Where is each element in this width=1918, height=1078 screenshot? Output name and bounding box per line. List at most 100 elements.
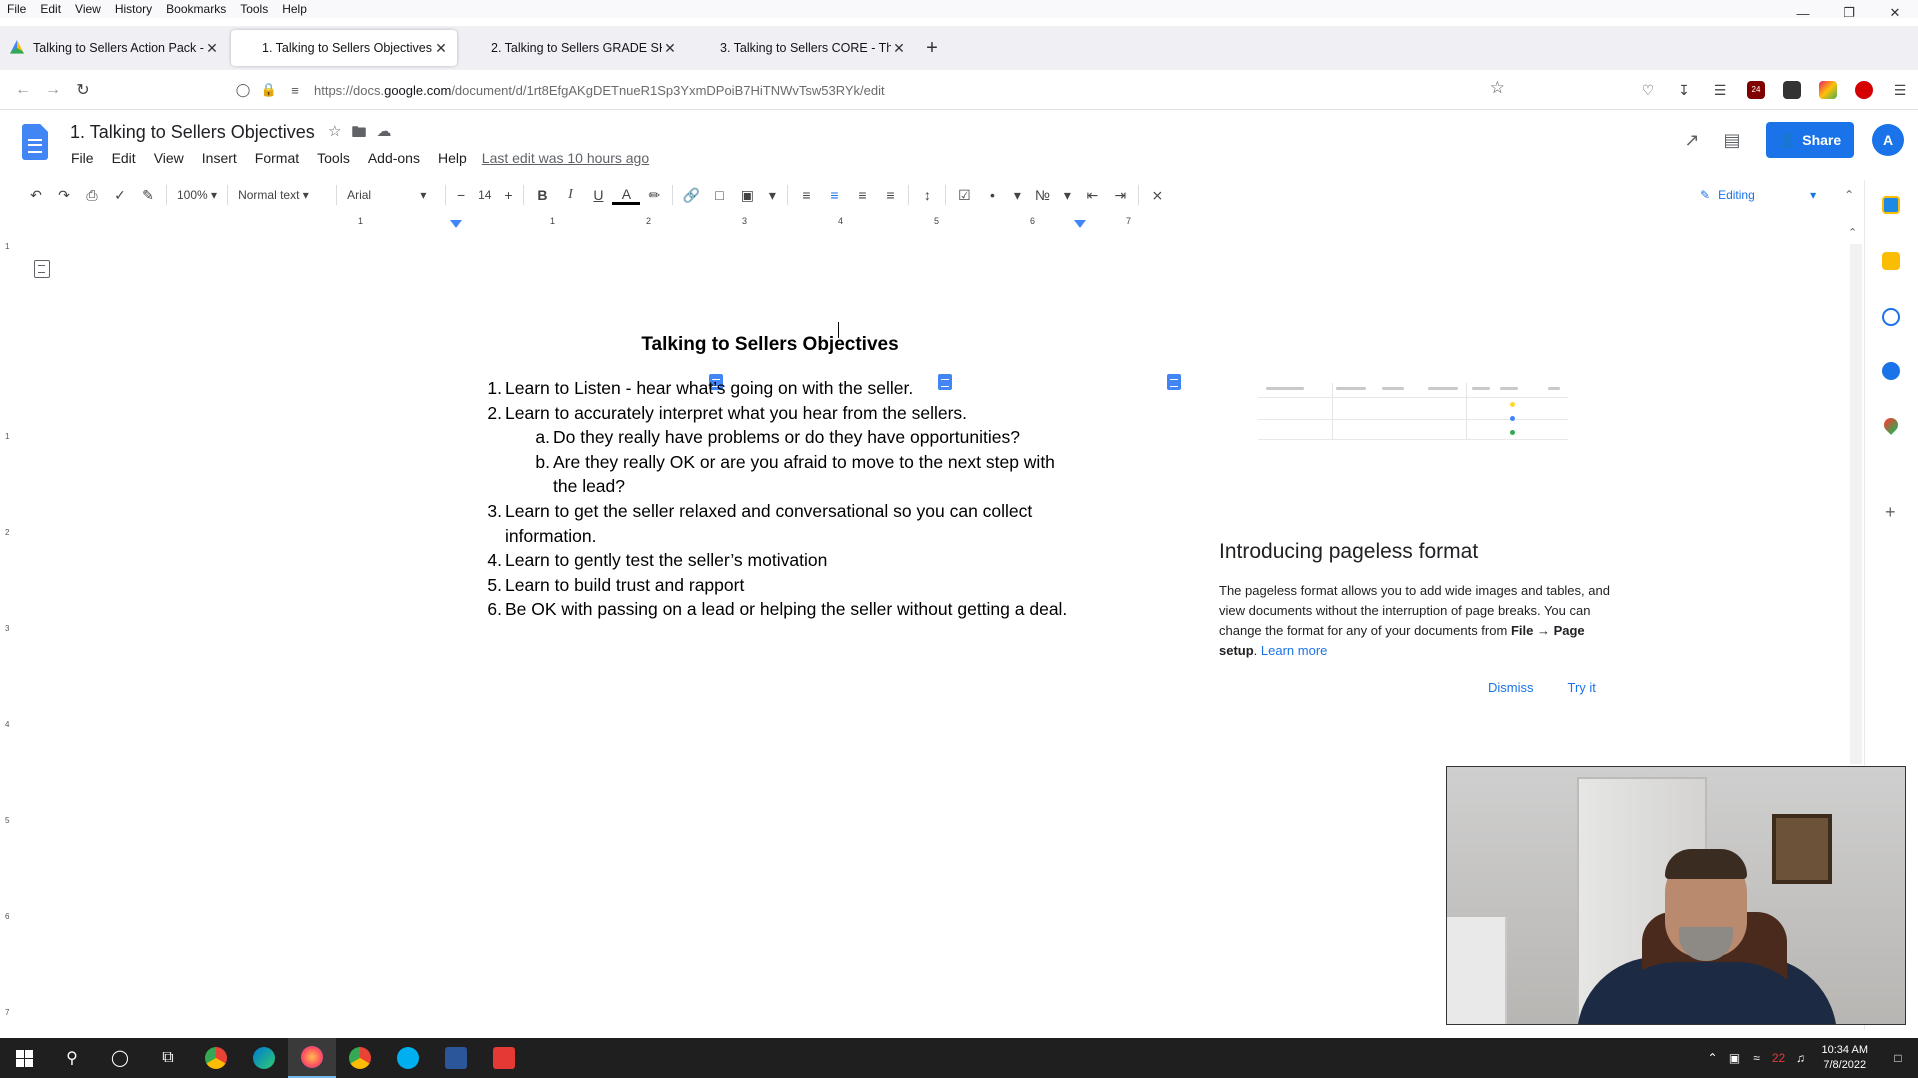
image-icon[interactable]: ▣ bbox=[733, 187, 761, 204]
close-tab-icon[interactable]: ✕ bbox=[891, 40, 907, 57]
shield-icon[interactable]: ◯ bbox=[230, 82, 256, 98]
activity-trend-icon[interactable]: ↗ bbox=[1672, 130, 1712, 151]
extension-d-icon[interactable] bbox=[1846, 76, 1882, 104]
menu-history[interactable]: History bbox=[108, 2, 159, 16]
close-tab-icon[interactable]: ✕ bbox=[433, 40, 449, 57]
search-icon[interactable]: ⚲ bbox=[48, 1038, 96, 1078]
tray-app-badge-icon[interactable]: 22 bbox=[1768, 1051, 1790, 1065]
contacts-icon[interactable] bbox=[1882, 362, 1900, 380]
back-icon[interactable]: ← bbox=[8, 75, 38, 105]
add-addon-icon[interactable]: + bbox=[1885, 502, 1896, 523]
menu-help[interactable]: Help bbox=[275, 2, 314, 16]
number-dropdown-icon[interactable]: ▾ bbox=[1056, 187, 1078, 204]
chrome-profile-icon[interactable] bbox=[336, 1038, 384, 1078]
font-size-input[interactable]: 14 bbox=[472, 188, 497, 202]
style-select[interactable]: Normal text ▾ bbox=[232, 188, 332, 202]
comment-add-icon[interactable]: □ bbox=[705, 187, 733, 203]
network-icon[interactable]: ≈ bbox=[1746, 1051, 1768, 1065]
reload-icon[interactable]: ↻ bbox=[68, 75, 98, 105]
image-dropdown-icon[interactable]: ▾ bbox=[761, 187, 783, 204]
notifications-icon[interactable]: □ bbox=[1878, 1051, 1918, 1065]
share-button[interactable]: 👤 Share bbox=[1766, 122, 1854, 158]
close-tab-icon[interactable]: ✕ bbox=[662, 40, 678, 57]
underline-icon[interactable]: U bbox=[584, 187, 612, 203]
volume-icon[interactable]: ♫ bbox=[1790, 1051, 1812, 1065]
decrease-size-icon[interactable]: − bbox=[450, 187, 472, 203]
vertical-scrollbar[interactable] bbox=[1850, 244, 1862, 764]
cortana-icon[interactable]: ◯ bbox=[96, 1038, 144, 1078]
scroll-up-icon[interactable]: ⌃ bbox=[1848, 226, 1857, 239]
document-body[interactable]: Talking to Sellers Objectives 1. Learn to… bbox=[470, 334, 1090, 622]
cloud-status-icon[interactable]: ☁ bbox=[376, 122, 391, 147]
calendar-icon[interactable] bbox=[1882, 196, 1900, 214]
increase-indent-icon[interactable]: ⇥ bbox=[1106, 187, 1134, 204]
redo-icon[interactable]: ↷ bbox=[50, 187, 78, 204]
lock-icon[interactable]: 🔒 bbox=[256, 82, 282, 98]
extension-color-icon[interactable] bbox=[1810, 76, 1846, 104]
editing-mode-select[interactable]: ✎ Editing ▾ ⌃ bbox=[1700, 182, 1862, 208]
tray-expand-icon[interactable]: ⌃ bbox=[1702, 1051, 1724, 1065]
hamburger-menu-icon[interactable]: ☰ bbox=[1882, 76, 1918, 104]
menu-view[interactable]: View bbox=[68, 2, 108, 16]
link-icon[interactable]: 🔗 bbox=[677, 187, 705, 204]
bold-icon[interactable]: B bbox=[528, 187, 556, 203]
bulleted-list-icon[interactable]: • bbox=[978, 187, 1006, 203]
horizontal-ruler[interactable]: 1 1 2 3 4 5 6 7 bbox=[300, 214, 1180, 230]
library-icon[interactable]: ☰ bbox=[1702, 76, 1738, 104]
minimize-icon[interactable]: — bbox=[1780, 0, 1826, 26]
edge-icon[interactable] bbox=[240, 1038, 288, 1078]
avatar[interactable]: A bbox=[1872, 124, 1904, 156]
close-tab-icon[interactable]: ✕ bbox=[204, 40, 220, 57]
menu-file[interactable]: File bbox=[0, 2, 33, 16]
menu-tools[interactable]: Tools bbox=[233, 2, 275, 16]
firefox-icon[interactable] bbox=[288, 1038, 336, 1078]
permissions-icon[interactable]: ≡ bbox=[282, 83, 308, 98]
docs-menu-format[interactable]: Format bbox=[246, 150, 308, 166]
vertical-ruler[interactable]: 1 1 2 3 4 5 6 7 bbox=[0, 232, 14, 1032]
spellcheck-icon[interactable]: ✓ bbox=[106, 187, 134, 204]
docs-menu-edit[interactable]: Edit bbox=[103, 150, 145, 166]
word-icon[interactable] bbox=[432, 1038, 480, 1078]
docs-menu-file[interactable]: File bbox=[62, 150, 103, 166]
tab-action-pack[interactable]: Talking to Sellers Action Pack - ✕ bbox=[2, 30, 228, 66]
last-edit-link[interactable]: Last edit was 10 hours ago bbox=[482, 150, 649, 166]
pocket-icon[interactable]: ♡ bbox=[1630, 76, 1666, 104]
docs-menu-insert[interactable]: Insert bbox=[193, 150, 246, 166]
line-spacing-icon[interactable]: ↕ bbox=[913, 187, 941, 203]
chrome-icon[interactable] bbox=[192, 1038, 240, 1078]
menu-bookmarks[interactable]: Bookmarks bbox=[159, 2, 233, 16]
docs-menu-tools[interactable]: Tools bbox=[308, 150, 359, 166]
tab-core[interactable]: 3. Talking to Sellers CORE - The ✕ bbox=[689, 30, 1181, 390]
bullet-dropdown-icon[interactable]: ▾ bbox=[1006, 187, 1028, 204]
tab-objectives[interactable]: 1. Talking to Sellers Objectives ✕ bbox=[231, 30, 723, 390]
extension-dark-icon[interactable] bbox=[1774, 76, 1810, 104]
comments-icon[interactable]: ▤ bbox=[1712, 130, 1752, 151]
align-left-icon[interactable]: ≡ bbox=[792, 187, 820, 203]
dismiss-button[interactable]: Dismiss bbox=[1488, 680, 1534, 695]
numbered-list-icon[interactable]: № bbox=[1028, 187, 1056, 203]
right-indent-marker-icon[interactable] bbox=[1074, 220, 1086, 228]
document-title[interactable]: 1. Talking to Sellers Objectives bbox=[70, 122, 315, 143]
checklist-icon[interactable]: ☑ bbox=[950, 187, 978, 204]
justify-icon[interactable]: ≡ bbox=[876, 187, 904, 203]
undo-icon[interactable]: ↶ bbox=[22, 187, 50, 204]
tab-grade-sheet[interactable]: 2. Talking to Sellers GRADE SHE ✕ bbox=[460, 30, 952, 390]
clock[interactable]: 10:34 AM 7/8/2022 bbox=[1812, 1043, 1878, 1073]
docs-menu-view[interactable]: View bbox=[145, 150, 193, 166]
text-color-icon[interactable]: A bbox=[612, 186, 641, 205]
skype-icon[interactable] bbox=[384, 1038, 432, 1078]
snagit-icon[interactable] bbox=[480, 1038, 528, 1078]
url-bar[interactable]: ◯ 🔒 ≡ https://docs.google.com/document/d… bbox=[230, 76, 1505, 104]
task-view-icon[interactable]: ⧉ bbox=[144, 1038, 192, 1078]
docs-menu-help[interactable]: Help bbox=[429, 150, 476, 166]
increase-size-icon[interactable]: + bbox=[497, 187, 519, 203]
menu-edit[interactable]: Edit bbox=[33, 2, 68, 16]
keep-icon[interactable] bbox=[1882, 252, 1900, 270]
highlight-icon[interactable]: ✏ bbox=[640, 187, 668, 204]
document-outline-icon[interactable] bbox=[34, 260, 50, 278]
left-indent-marker-icon[interactable] bbox=[450, 220, 462, 228]
try-it-button[interactable]: Try it bbox=[1568, 680, 1596, 695]
maps-icon[interactable] bbox=[1881, 415, 1901, 435]
decrease-indent-icon[interactable]: ⇤ bbox=[1078, 187, 1106, 204]
align-right-icon[interactable]: ≡ bbox=[848, 187, 876, 203]
